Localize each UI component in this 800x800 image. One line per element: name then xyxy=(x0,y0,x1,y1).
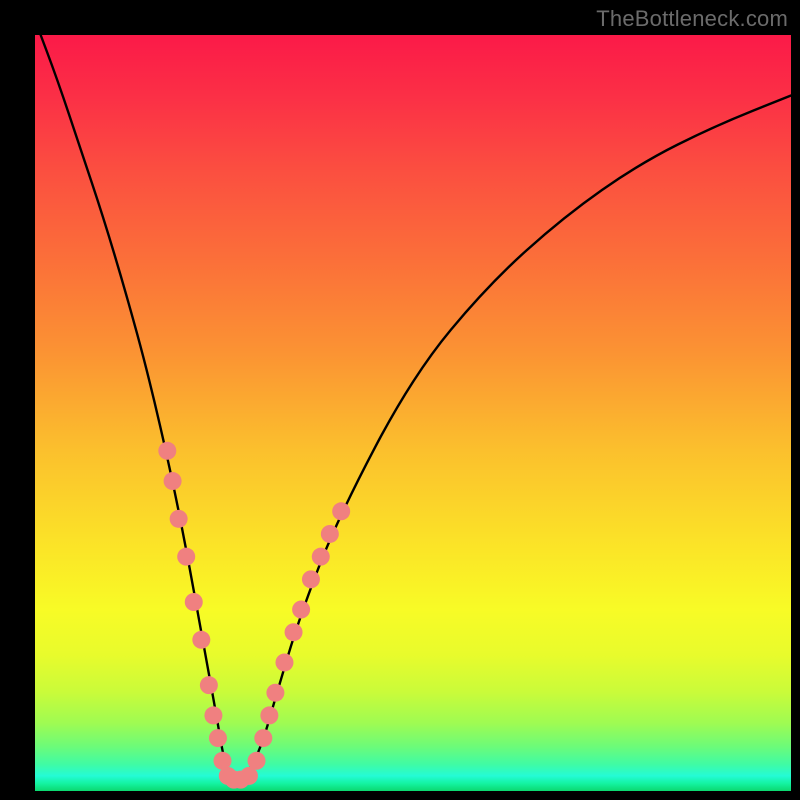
marker-dot xyxy=(209,729,227,747)
marker-dot xyxy=(177,548,195,566)
curve-line xyxy=(35,20,791,779)
marker-dot xyxy=(285,623,303,641)
marker-dot xyxy=(254,729,272,747)
marker-dot xyxy=(164,472,182,490)
marker-dot xyxy=(158,442,176,460)
marker-dot xyxy=(170,510,188,528)
marker-dot xyxy=(200,676,218,694)
marker-dot xyxy=(275,653,293,671)
bottleneck-curve-path xyxy=(35,20,791,779)
marker-dot xyxy=(204,706,222,724)
marker-dot xyxy=(248,752,266,770)
chart-frame: TheBottleneck.com xyxy=(0,0,800,800)
watermark-text: TheBottleneck.com xyxy=(596,6,788,32)
marker-dot xyxy=(302,570,320,588)
plot-area xyxy=(35,35,791,791)
chart-svg xyxy=(35,35,791,791)
marker-dots xyxy=(158,442,350,789)
marker-dot xyxy=(332,502,350,520)
marker-dot xyxy=(292,601,310,619)
marker-dot xyxy=(312,548,330,566)
marker-dot xyxy=(260,706,278,724)
marker-dot xyxy=(266,684,284,702)
marker-dot xyxy=(321,525,339,543)
marker-dot xyxy=(192,631,210,649)
marker-dot xyxy=(185,593,203,611)
